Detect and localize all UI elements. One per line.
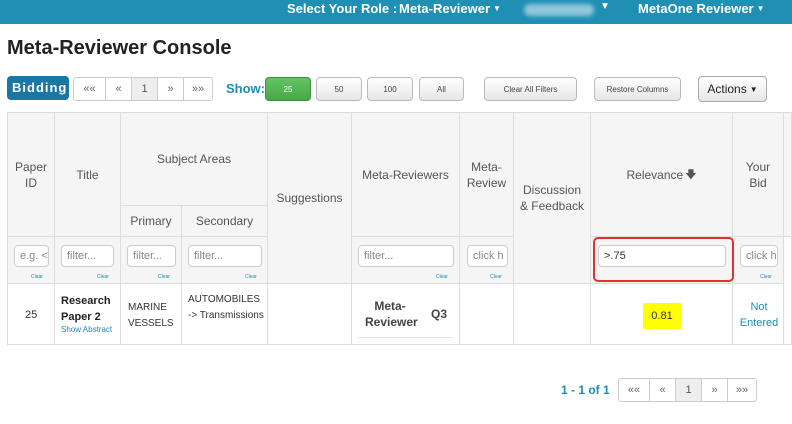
col-overflow xyxy=(784,113,792,237)
your-bid-filter-input[interactable]: click h xyxy=(740,245,778,267)
col-suggestions-label: Suggestions xyxy=(276,191,343,205)
show-50-button[interactable]: 50 xyxy=(316,77,362,101)
tab-bidding[interactable]: Bidding xyxy=(7,76,69,100)
primary-filter-input[interactable]: filter... xyxy=(127,245,176,267)
first-page-button[interactable]: «« xyxy=(73,77,106,101)
col-secondary-label: Secondary xyxy=(195,214,254,228)
row-paper-id: 25 xyxy=(25,309,38,321)
col-primary[interactable]: Primary xyxy=(121,206,182,237)
row-meta-reviewer-name: Meta-Reviewer xyxy=(365,299,418,329)
user-name: MetaOne Reviewer xyxy=(638,1,754,16)
row-primary-value: MARINE VESSELS xyxy=(128,302,174,329)
title-clear-link[interactable]: Clear xyxy=(97,274,109,280)
row-title-link[interactable]: Research Paper 2 xyxy=(61,293,117,325)
col-discussion[interactable]: Discussion & Feedback xyxy=(514,113,591,284)
show-25-button[interactable]: 25 xyxy=(265,77,311,101)
col-your-bid[interactable]: Your Bid xyxy=(733,113,784,237)
col-discussion-label: Discussion & Feedback xyxy=(519,183,585,213)
primary-clear-link[interactable]: Clear xyxy=(158,274,170,280)
your-bid-link[interactable]: Not Entered xyxy=(739,299,779,331)
show-label: Show: xyxy=(226,81,265,96)
chevron-down-icon: ▼ xyxy=(749,84,758,94)
col-meta-reviewers[interactable]: Meta-Reviewers xyxy=(352,113,460,237)
top-nav-bar: Select Your Role : Meta-Reviewer ▼ ▼ Meta… xyxy=(0,0,792,24)
actions-button[interactable]: Actions ▼ xyxy=(698,76,767,102)
paper-id-filter-input[interactable]: e.g. < xyxy=(14,245,49,267)
col-subject-areas: Subject Areas xyxy=(121,113,268,206)
relevance-score-badge: 0.81 xyxy=(643,303,681,329)
results-range: 1 - 1 of 1 xyxy=(561,383,610,397)
last-page-button[interactable]: »» xyxy=(727,378,757,402)
sort-desc-icon: 🡇 xyxy=(685,168,697,181)
col-meta-review[interactable]: Meta-Review xyxy=(460,113,514,237)
title-filter-input[interactable]: filter... xyxy=(61,245,114,267)
prev-page-button[interactable]: « xyxy=(649,378,676,402)
next-page-button[interactable]: » xyxy=(157,77,184,101)
show-abstract-link[interactable]: Show Abstract xyxy=(61,325,112,334)
col-title-label: Title xyxy=(76,167,99,182)
row-meta-reviewer-rank: Q3 xyxy=(431,307,448,321)
role-label: Select Your Role : xyxy=(287,1,398,16)
col-title[interactable]: Title xyxy=(55,113,121,237)
col-suggestions[interactable]: Suggestions xyxy=(268,113,352,284)
chevron-down-icon: ▼ xyxy=(493,4,501,13)
meta-reviewers-filter-input[interactable]: filter... xyxy=(358,245,454,267)
page-number-button[interactable]: 1 xyxy=(675,378,702,402)
row-secondary-value: AUTOMOBILES -> Transmissions xyxy=(188,294,264,321)
clear-all-filters-button[interactable]: Clear All Filters xyxy=(484,77,577,101)
page-title: Meta-Reviewer Console xyxy=(7,37,232,59)
col-meta-review-label: Meta-Review xyxy=(466,159,507,190)
meta-review-clear-link[interactable]: Clear xyxy=(490,274,502,280)
chevron-down-icon: ▼ xyxy=(756,4,765,13)
show-100-button[interactable]: 100 xyxy=(367,77,413,101)
prev-page-button[interactable]: « xyxy=(105,77,132,101)
secondary-filter-input[interactable]: filter... xyxy=(188,245,262,267)
user-dropdown[interactable]: MetaOne Reviewer ▼ xyxy=(638,1,765,16)
role-value: Meta-Reviewer xyxy=(399,1,491,16)
chevron-down-icon[interactable]: ▼ xyxy=(600,1,610,12)
col-secondary[interactable]: Secondary xyxy=(182,206,268,237)
meta-reviewers-clear-link[interactable]: Clear xyxy=(436,274,448,280)
col-primary-label: Primary xyxy=(130,214,172,228)
col-meta-reviewers-label: Meta-Reviewers xyxy=(362,167,449,182)
show-all-button[interactable]: All xyxy=(419,77,464,101)
col-your-bid-label: Your Bid xyxy=(745,159,771,190)
redacted-menu[interactable] xyxy=(524,4,594,16)
paper-id-clear-link[interactable]: Clear xyxy=(31,274,43,280)
page-number-button[interactable]: 1 xyxy=(131,77,158,101)
col-relevance[interactable]: Relevance 🡇 xyxy=(591,113,733,237)
col-relevance-label: Relevance xyxy=(626,167,684,182)
row-discussion-cell xyxy=(514,284,591,345)
first-page-button[interactable]: «« xyxy=(618,378,650,402)
role-dropdown[interactable]: Meta-Reviewer ▼ xyxy=(399,1,501,16)
col-paper-id[interactable]: Paper ID xyxy=(8,113,55,237)
actions-label: Actions xyxy=(707,82,747,96)
last-page-button[interactable]: »» xyxy=(183,77,213,101)
col-subject-areas-label: Subject Areas xyxy=(156,152,232,166)
top-pager: «« « 1 » »» xyxy=(73,77,213,101)
your-bid-clear-link[interactable]: Clear xyxy=(760,274,772,280)
bottom-pager: «« « 1 » »» xyxy=(618,378,757,402)
col-paper-id-label: Paper ID xyxy=(14,159,48,190)
restore-columns-button[interactable]: Restore Columns xyxy=(594,77,681,101)
row-suggestions-cell xyxy=(268,284,352,345)
relevance-filter-highlight xyxy=(593,237,734,282)
meta-review-filter-input[interactable]: click h xyxy=(467,245,508,267)
next-page-button[interactable]: » xyxy=(701,378,728,402)
meta-reviewer-divider xyxy=(358,337,454,338)
row-meta-review-cell xyxy=(460,284,514,345)
secondary-clear-link[interactable]: Clear xyxy=(245,274,257,280)
